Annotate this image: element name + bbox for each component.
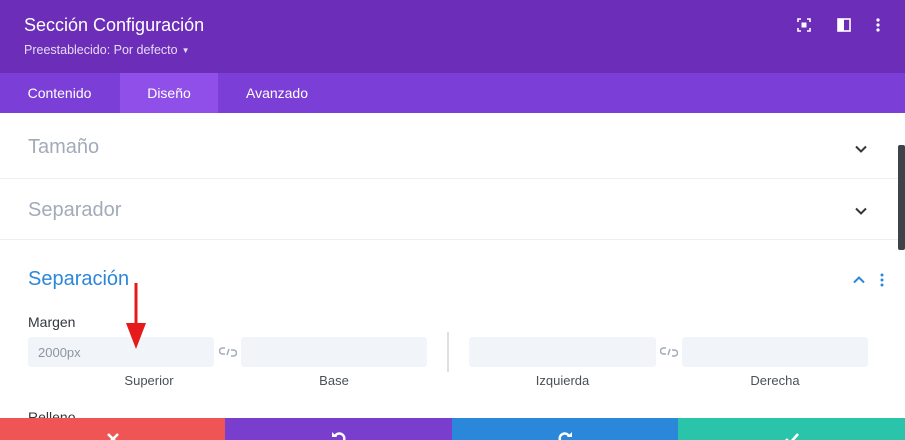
link-icon[interactable]: [219, 346, 237, 358]
more-vertical-icon[interactable]: [870, 17, 886, 33]
redo-icon: [558, 432, 572, 440]
more-vertical-icon[interactable]: [880, 273, 884, 287]
margin-top-label: Superior: [124, 373, 174, 388]
chevron-up-icon[interactable]: [852, 273, 866, 287]
sidebar-layout-icon[interactable]: [836, 17, 852, 33]
close-icon: [106, 433, 119, 440]
field-divider: [447, 332, 449, 372]
section-tamano[interactable]: Tamaño: [0, 113, 898, 179]
margin-label: Margen: [28, 314, 76, 330]
redo-button[interactable]: [452, 418, 678, 440]
margin-bottom-label: Base: [319, 373, 349, 388]
chevron-down-icon: [855, 207, 867, 215]
settings-content: Tamaño Separador Separación Margen Super…: [0, 113, 905, 418]
undo-button[interactable]: [225, 418, 452, 440]
save-button[interactable]: [678, 418, 905, 440]
chevron-down-icon: [855, 145, 867, 153]
caret-down-icon: ▼: [181, 45, 190, 55]
tab-contenido[interactable]: Contenido: [0, 73, 119, 113]
preset-label: Preestablecido: Por defecto: [24, 43, 178, 57]
margin-bottom-input[interactable]: [241, 337, 427, 367]
margin-left-label: Izquierda: [535, 373, 590, 388]
margin-top-input[interactable]: [28, 337, 214, 367]
link-icon[interactable]: [660, 346, 678, 358]
tab-bar: Contenido Diseño Avanzado: [0, 73, 905, 113]
discard-button[interactable]: [0, 418, 225, 440]
section-title: Separador: [28, 199, 122, 221]
margin-left-input[interactable]: [469, 337, 656, 367]
section-title-separacion[interactable]: Separación: [28, 268, 129, 291]
tab-avanzado[interactable]: Avanzado: [218, 73, 336, 113]
fullscreen-icon[interactable]: [796, 17, 812, 33]
preset-selector[interactable]: Preestablecido: Por defecto ▼: [24, 43, 190, 57]
check-icon: [784, 433, 799, 440]
padding-label: Relleno: [28, 409, 76, 418]
section-title: Tamaño: [28, 136, 100, 158]
margin-right-input[interactable]: [682, 337, 868, 367]
tab-diseno[interactable]: Diseño: [120, 73, 218, 113]
undo-icon: [331, 432, 345, 440]
scrollbar-thumb[interactable]: [898, 145, 905, 250]
annotation-arrow: [126, 283, 146, 349]
modal-header: Sección Configuración Preestablecido: Po…: [0, 0, 905, 73]
modal-title: Sección Configuración: [24, 15, 205, 35]
section-separador[interactable]: Separador: [0, 179, 898, 240]
modal-footer: [0, 418, 905, 440]
margin-right-label: Derecha: [750, 373, 800, 388]
